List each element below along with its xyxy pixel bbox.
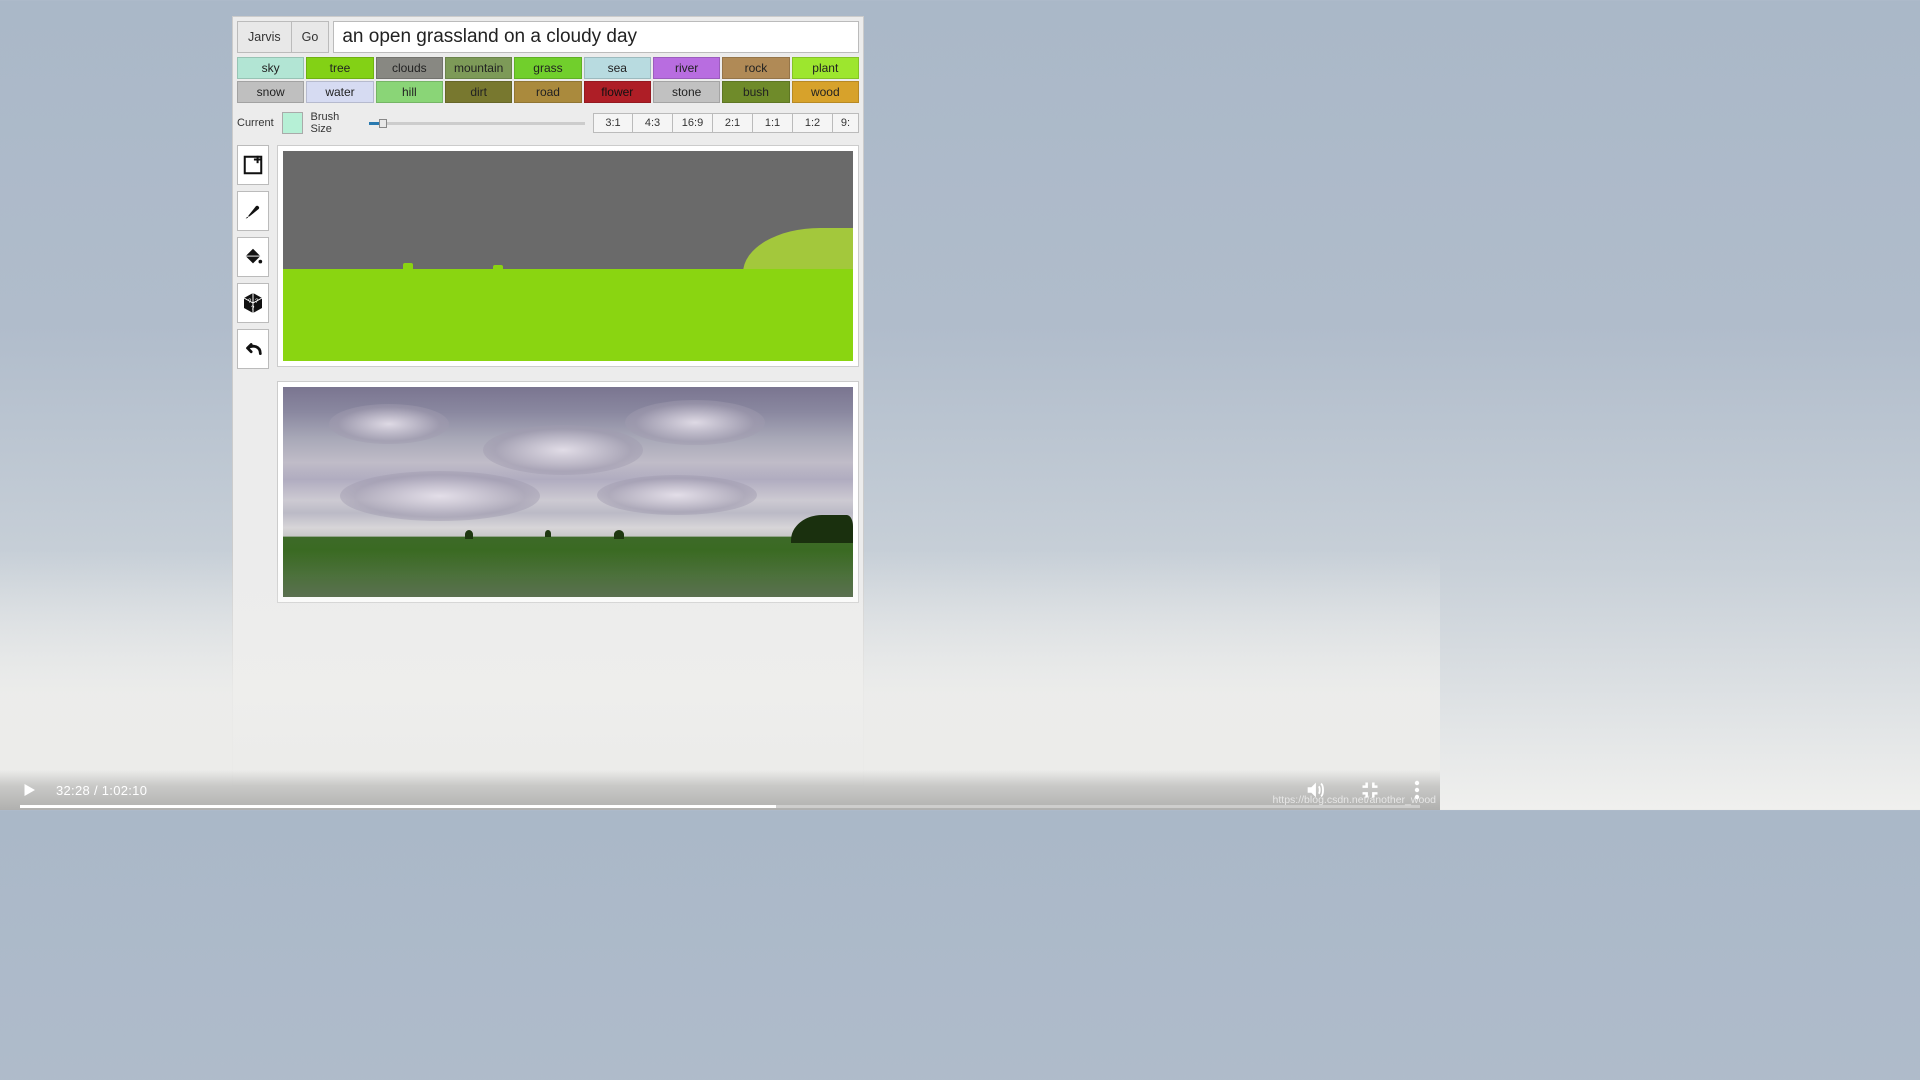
swatch-wood[interactable]: wood	[792, 81, 859, 103]
segmentation-canvas-frame	[277, 145, 859, 367]
swatch-dirt[interactable]: dirt	[445, 81, 512, 103]
video-controls: 32:28 / 1:02:10	[0, 770, 1440, 810]
ratio-16-9[interactable]: 16:9	[673, 113, 713, 133]
play-icon	[20, 781, 38, 799]
palette: sky tree clouds mountain grass sea river…	[233, 53, 863, 103]
brush-icon	[242, 200, 264, 222]
tree-small	[614, 530, 624, 539]
tree-small	[465, 530, 473, 539]
output-canvas-frame	[277, 381, 859, 603]
output-image	[283, 387, 853, 597]
swatch-water[interactable]: water	[306, 81, 373, 103]
swatch-sea[interactable]: sea	[584, 57, 651, 79]
ratio-3-1[interactable]: 3:1	[593, 113, 633, 133]
brush-slider-thumb[interactable]	[379, 119, 387, 128]
top-bar: Jarvis Go	[233, 17, 863, 53]
seg-bump	[403, 263, 413, 271]
ratio-1-1[interactable]: 1:1	[753, 113, 793, 133]
canvas-column	[277, 145, 859, 603]
video-time-display: 32:28 / 1:02:10	[56, 783, 147, 798]
swatch-hill[interactable]: hill	[376, 81, 443, 103]
swatch-river[interactable]: river	[653, 57, 720, 79]
tree-small	[545, 530, 551, 537]
swatch-bush[interactable]: bush	[722, 81, 789, 103]
go-button[interactable]: Go	[292, 21, 330, 53]
swatch-plant[interactable]: plant	[792, 57, 859, 79]
palette-row-2: snow water hill dirt road flower stone b…	[237, 81, 859, 103]
segmentation-canvas[interactable]	[283, 151, 853, 361]
seg-region-grass	[283, 269, 853, 361]
play-button[interactable]	[20, 781, 38, 799]
tool-column: ???	[237, 145, 269, 603]
jarvis-button[interactable]: Jarvis	[237, 21, 292, 53]
swatch-tree[interactable]: tree	[306, 57, 373, 79]
seg-bump	[493, 265, 503, 271]
brush-size-slider[interactable]	[369, 122, 585, 125]
fill-tool-button[interactable]	[237, 237, 269, 277]
new-canvas-button[interactable]	[237, 145, 269, 185]
cloud-shape	[597, 475, 757, 515]
controls-row: Current Brush Size 3:1 4:3 16:9 2:1 1:1 …	[233, 105, 863, 139]
undo-icon	[242, 340, 264, 358]
ratio-4-3[interactable]: 4:3	[633, 113, 673, 133]
video-progress-bar[interactable]	[20, 805, 1420, 808]
ratio-9-x[interactable]: 9:	[833, 113, 859, 133]
swatch-snow[interactable]: snow	[237, 81, 304, 103]
swatch-stone[interactable]: stone	[653, 81, 720, 103]
undo-button[interactable]	[237, 329, 269, 369]
new-canvas-icon	[242, 154, 264, 176]
cloud-shape	[483, 425, 643, 475]
current-color-swatch[interactable]	[282, 112, 303, 134]
brush-size-label: Brush Size	[311, 111, 361, 135]
random-dice-button[interactable]: ???	[237, 283, 269, 323]
tree-cluster	[791, 515, 853, 543]
swatch-flower[interactable]: flower	[584, 81, 651, 103]
brush-tool-button[interactable]	[237, 191, 269, 231]
palette-row-1: sky tree clouds mountain grass sea river…	[237, 57, 859, 79]
video-progress-played	[20, 805, 776, 808]
ratio-2-1[interactable]: 2:1	[713, 113, 753, 133]
ratio-1-2[interactable]: 1:2	[793, 113, 833, 133]
cloud-shape	[329, 404, 449, 444]
main-area: ???	[233, 139, 863, 609]
seg-region-hill	[743, 228, 853, 273]
app-window: Jarvis Go sky tree clouds mountain grass…	[232, 16, 864, 786]
current-label: Current	[237, 117, 274, 129]
paint-bucket-icon	[242, 246, 264, 268]
swatch-mountain[interactable]: mountain	[445, 57, 512, 79]
swatch-clouds[interactable]: clouds	[376, 57, 443, 79]
aspect-ratio-group: 3:1 4:3 16:9 2:1 1:1 1:2 9:	[593, 113, 859, 133]
dice-icon: ???	[241, 291, 265, 315]
prompt-input[interactable]	[333, 21, 859, 53]
watermark-url: https://blog.csdn.net/another_wood	[1273, 794, 1436, 806]
swatch-road[interactable]: road	[514, 81, 581, 103]
swatch-grass[interactable]: grass	[514, 57, 581, 79]
swatch-rock[interactable]: rock	[722, 57, 789, 79]
cloud-shape	[340, 471, 540, 521]
swatch-sky[interactable]: sky	[237, 57, 304, 79]
brush-slider-fill	[369, 122, 380, 125]
cloud-shape	[625, 400, 765, 445]
